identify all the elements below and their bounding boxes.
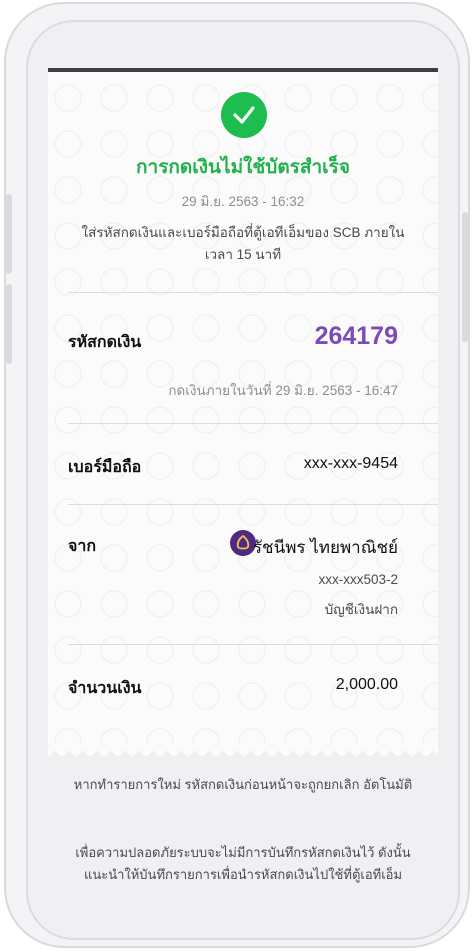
phone-label: เบอร์มือถือ bbox=[68, 459, 142, 476]
from-name: รัชนีพร ไทยพาณิชย์ bbox=[252, 538, 398, 557]
receipt-torn-edge bbox=[48, 744, 438, 756]
phone-value: xxx-xxx-9454 bbox=[303, 455, 398, 472]
from-account-number: xxx-xxx503-2 bbox=[318, 572, 398, 587]
amount-value: 2,000.00 bbox=[335, 676, 398, 693]
divider bbox=[68, 504, 438, 505]
check-icon bbox=[233, 106, 255, 124]
power-button bbox=[462, 212, 468, 342]
volume-up-button bbox=[6, 194, 12, 274]
divider bbox=[68, 644, 438, 645]
screen: การกดเงินไม่ใช้บัตรสำเร็จ 29 มิ.ย. 2563 … bbox=[28, 22, 458, 938]
divider bbox=[68, 292, 438, 293]
success-badge bbox=[221, 92, 267, 138]
phone-frame: การกดเงินไม่ใช้บัตรสำเร็จ 29 มิ.ย. 2563 … bbox=[4, 2, 470, 948]
security-note: เพื่อความปลอดภัยระบบจะไม่มีการบันทึกรหัส… bbox=[75, 845, 411, 882]
from-label: จาก bbox=[68, 538, 97, 555]
volume-down-button bbox=[6, 284, 12, 364]
amount-label: จำนวนเงิน bbox=[68, 680, 142, 697]
code-label: รหัสกดเงิน bbox=[68, 334, 142, 351]
scb-logo-icon bbox=[236, 535, 250, 550]
instruction-text: ใส่รหัสกดเงินและเบอร์มือถือที่ตู้เอทีเอ็… bbox=[81, 225, 405, 262]
withdrawal-code: 264179 bbox=[314, 322, 398, 350]
code-expiry: กดเงินภายในวันที่ 29 มิ.ย. 2563 - 16:47 bbox=[168, 383, 398, 398]
transaction-timestamp: 29 มิ.ย. 2563 - 16:32 bbox=[181, 194, 305, 209]
reset-note: หากทำรายการใหม่ รหัสกดเงินก่อนหน้าจะถูกย… bbox=[73, 777, 413, 792]
success-title: การกดเงินไม่ใช้บัตรสำเร็จ bbox=[136, 157, 350, 178]
divider bbox=[68, 423, 438, 424]
from-account-type: บัญชีเงินฝาก bbox=[324, 602, 398, 617]
